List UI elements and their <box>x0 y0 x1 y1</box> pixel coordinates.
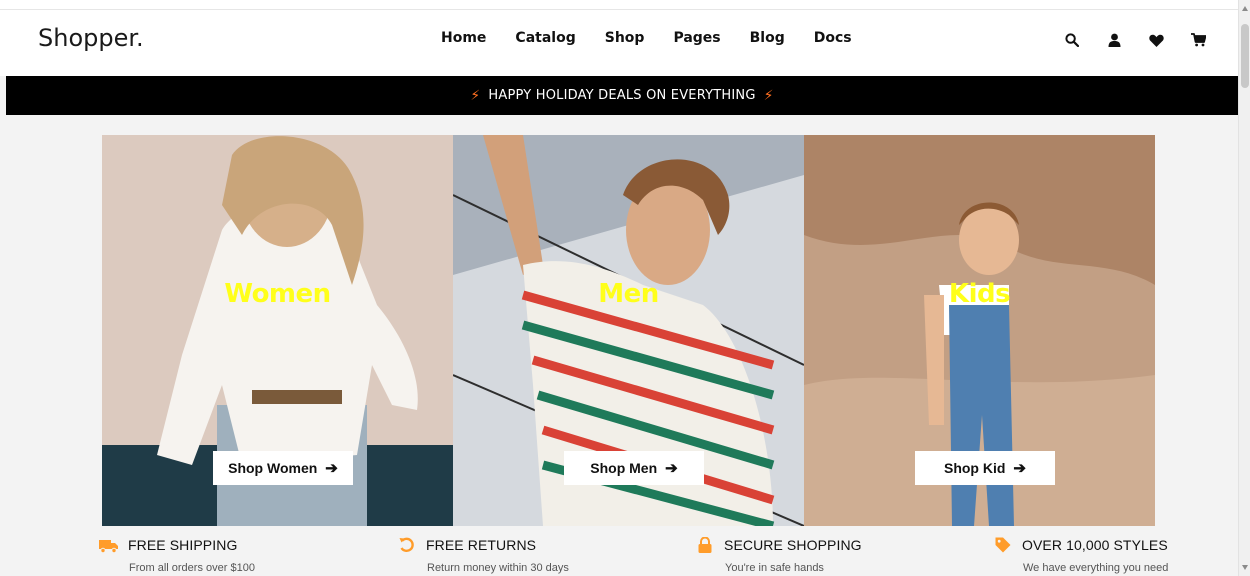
category-grid: Women Shop Women ➔ Men Shop Men ➔ Kids S… <box>102 135 1155 526</box>
feature-secure: SECURE SHOPPING You're in safe hands <box>694 536 974 574</box>
search-icon[interactable] <box>1062 30 1082 50</box>
feature-returns: FREE RETURNS Return money within 30 days <box>396 536 676 574</box>
header-icons <box>1062 30 1230 50</box>
promo-banner: ⚡ HAPPY HOLIDAY DEALS ON EVERYTHING ⚡ <box>6 76 1238 115</box>
nav-home[interactable]: Home <box>441 30 486 46</box>
shop-men-label: Shop Men <box>590 460 658 476</box>
user-icon[interactable] <box>1104 30 1124 50</box>
nav-catalog[interactable]: Catalog <box>515 30 575 46</box>
category-kids[interactable]: Kids Shop Kid ➔ <box>804 135 1155 526</box>
category-title-women: Women <box>224 279 331 309</box>
arrow-right-icon: ➔ <box>325 460 338 477</box>
shop-men-button[interactable]: Shop Men ➔ <box>564 451 704 485</box>
feature-subtitle: We have everything you need <box>1023 562 1169 574</box>
nav-pages[interactable]: Pages <box>673 30 720 46</box>
feature-shipping: FREE SHIPPING From all orders over $100 <box>98 536 378 574</box>
top-edge <box>0 0 1238 10</box>
main-nav: Home Catalog Shop Pages Blog Docs <box>441 30 881 46</box>
feature-title: OVER 10,000 STYLES <box>1022 537 1168 553</box>
brand-logo[interactable]: Shopper. <box>38 24 144 52</box>
bolt-icon: ⚡ <box>763 87 774 104</box>
shop-kid-button[interactable]: Shop Kid ➔ <box>915 451 1055 485</box>
return-icon <box>396 536 418 554</box>
scroll-down-arrow[interactable] <box>1242 565 1248 570</box>
shop-women-button[interactable]: Shop Women ➔ <box>213 451 353 485</box>
vertical-scrollbar[interactable] <box>1238 0 1250 576</box>
arrow-right-icon: ➔ <box>665 460 678 477</box>
feature-title: FREE SHIPPING <box>128 537 238 553</box>
nav-docs[interactable]: Docs <box>814 30 852 46</box>
shop-kid-label: Shop Kid <box>943 460 1006 476</box>
tag-icon <box>992 536 1014 554</box>
navbar: Shopper. Home Catalog Shop Pages Blog Do… <box>0 10 1238 76</box>
heart-icon[interactable] <box>1146 30 1166 50</box>
category-title-kids: Kids <box>948 279 1011 309</box>
promo-text: HAPPY HOLIDAY DEALS ON EVERYTHING <box>488 88 756 103</box>
shop-women-label: Shop Women <box>228 460 318 476</box>
feature-subtitle: Return money within 30 days <box>427 562 569 574</box>
feature-subtitle: You're in safe hands <box>725 562 824 574</box>
scroll-up-arrow[interactable] <box>1242 6 1248 11</box>
lock-icon <box>694 536 716 554</box>
feature-styles: OVER 10,000 STYLES We have everything yo… <box>992 536 1250 574</box>
feature-title: FREE RETURNS <box>426 537 537 553</box>
category-men[interactable]: Men Shop Men ➔ <box>453 135 804 526</box>
category-title-men: Men <box>598 279 659 309</box>
feature-subtitle: From all orders over $100 <box>129 562 255 574</box>
arrow-right-icon: ➔ <box>1013 460 1026 477</box>
features-bar: FREE SHIPPING From all orders over $100 … <box>98 536 1238 576</box>
nav-blog[interactable]: Blog <box>750 30 785 46</box>
scroll-thumb[interactable] <box>1241 24 1249 88</box>
feature-title: SECURE SHOPPING <box>724 537 862 553</box>
cart-icon[interactable] <box>1188 30 1208 50</box>
truck-icon <box>98 536 120 554</box>
bolt-icon: ⚡ <box>470 87 481 104</box>
nav-shop[interactable]: Shop <box>605 30 645 46</box>
category-women[interactable]: Women Shop Women ➔ <box>102 135 453 526</box>
